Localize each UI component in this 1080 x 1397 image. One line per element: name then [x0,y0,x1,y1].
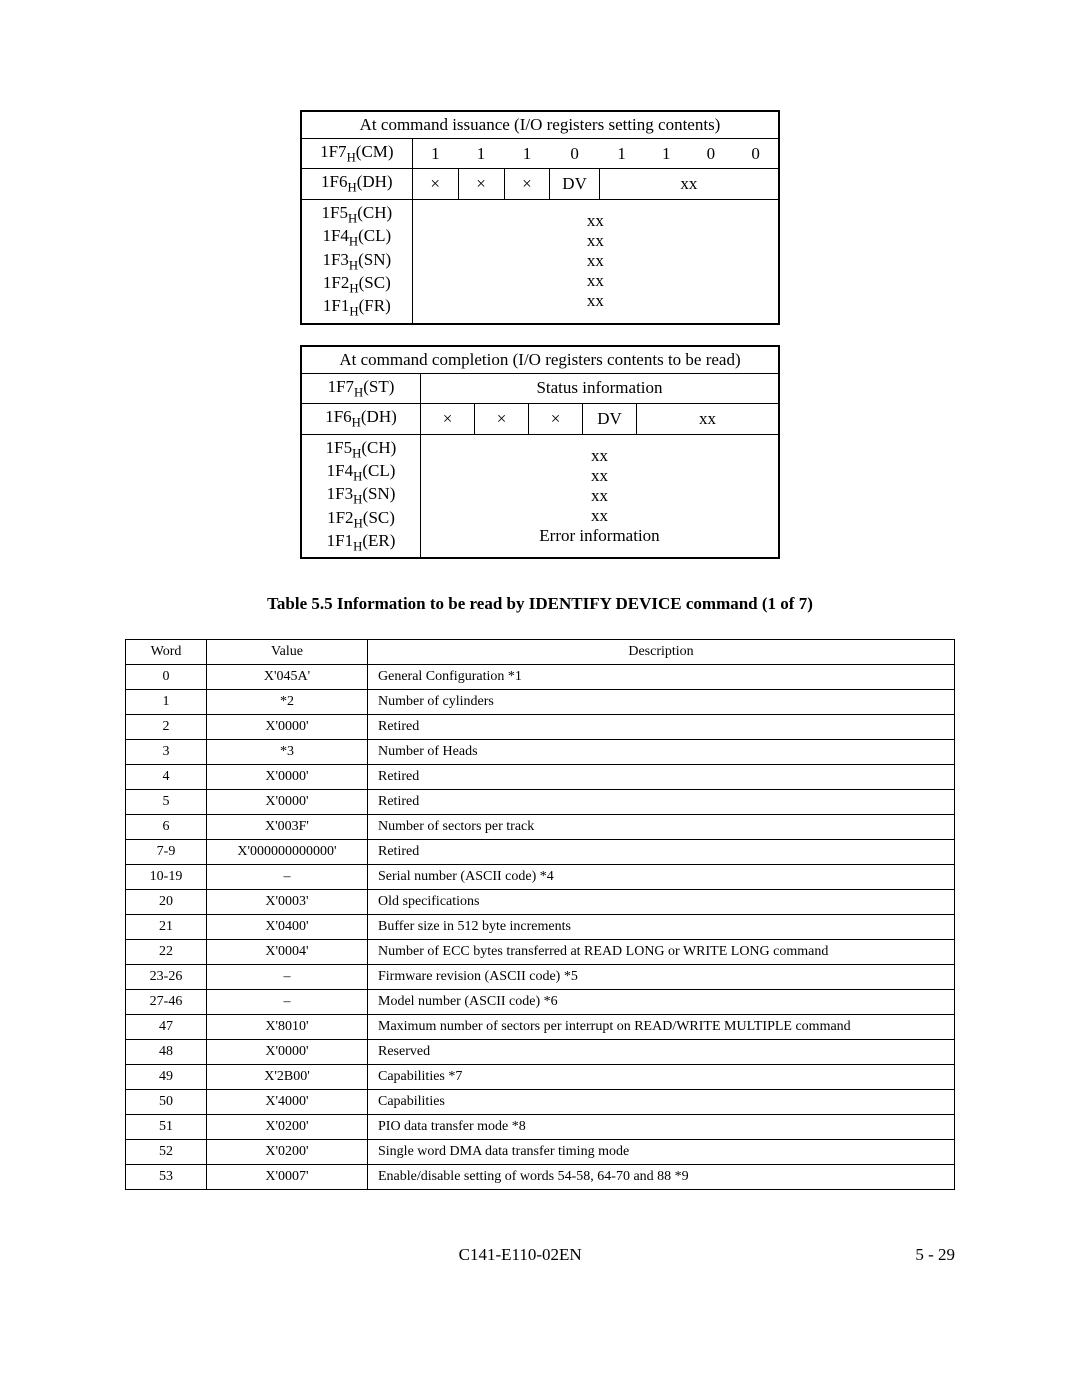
reg-label-st: 1F7H(ST) [301,373,421,403]
table-b-header: At command completion (I/O registers con… [301,346,779,374]
table-row: 48X'0000'Reserved [126,1040,955,1065]
reg-block-values-b: xx xx xx xx Error information [421,434,780,558]
table-caption: Table 5.5 Information to be read by IDEN… [120,594,960,614]
table-row: 7-9X'000000000000'Retired [126,840,955,865]
table-row: 2X'0000'Retired [126,715,955,740]
table-row: 23-26–Firmware revision (ASCII code) *5 [126,965,955,990]
table-row: 21X'0400'Buffer size in 512 byte increme… [126,915,955,940]
identify-device-table: Word Value Description 0X'045A'General C… [125,639,955,1190]
table-row: 27-46–Model number (ASCII code) *6 [126,990,955,1015]
page-number: 5 - 29 [915,1245,955,1265]
table-row: 51X'0200'PIO data transfer mode *8 [126,1115,955,1140]
reg-label-dh-b: 1F6H(DH) [301,404,421,434]
table-a-header: At command issuance (I/O registers setti… [301,111,779,139]
col-word: Word [126,640,207,665]
table-row: 0X'045A'General Configuration *1 [126,665,955,690]
reg-label-cm: 1F7H(CM) [301,139,412,169]
reg-block-values-a: xx xx xx xx xx [412,199,779,323]
register-table-issuance: At command issuance (I/O registers setti… [300,110,780,325]
reg-block-labels-a: 1F5H(CH) 1F4H(CL) 1F3H(SN) 1F2H(SC) 1F1H… [301,199,412,323]
table-row: 47X'8010'Maximum number of sectors per i… [126,1015,955,1040]
table-row: 5X'0000'Retired [126,790,955,815]
register-table-completion: At command completion (I/O registers con… [300,345,780,560]
col-desc: Description [368,640,955,665]
table-row: 3*3Number of Heads [126,740,955,765]
table-row: 4X'0000'Retired [126,765,955,790]
reg-label-dh-a: 1F6H(DH) [301,169,412,199]
reg-block-labels-b: 1F5H(CH) 1F4H(CL) 1F3H(SN) 1F2H(SC) 1F1H… [301,434,421,558]
table-row: 10-19–Serial number (ASCII code) *4 [126,865,955,890]
page-footer: C141-E110-02EN 5 - 29 [125,1245,955,1265]
table-row: 22X'0004'Number of ECC bytes transferred… [126,940,955,965]
table-row: 6X'003F'Number of sectors per track [126,815,955,840]
table-row: 20X'0003'Old specifications [126,890,955,915]
doc-id: C141-E110-02EN [125,1245,915,1265]
col-value: Value [207,640,368,665]
table-row: 49X'2B00'Capabilities *7 [126,1065,955,1090]
table-row: 50X'4000'Capabilities [126,1090,955,1115]
table-row: 53X'0007'Enable/disable setting of words… [126,1165,955,1190]
table-row: 1*2Number of cylinders [126,690,955,715]
table-row: 52X'0200'Single word DMA data transfer t… [126,1140,955,1165]
